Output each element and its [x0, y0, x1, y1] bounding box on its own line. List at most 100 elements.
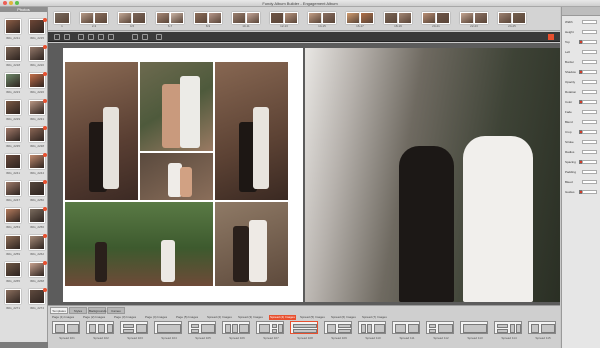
property-field[interactable]	[582, 120, 597, 124]
photo-frame[interactable]	[140, 153, 213, 200]
photo-frame[interactable]	[65, 62, 138, 200]
photo-thumbnail[interactable]: IMG_2235	[3, 126, 23, 149]
photo-thumbnail[interactable]: IMG_2274	[27, 288, 47, 311]
photo-frame[interactable]	[215, 62, 288, 200]
property-field[interactable]	[582, 40, 597, 44]
layout-template[interactable]: Spread 105	[188, 321, 216, 340]
property-field[interactable]	[582, 150, 597, 154]
photo-thumbnail[interactable]: IMG_2223	[3, 72, 23, 95]
filmstrip-spread[interactable]: 8-9	[194, 12, 222, 28]
template-group-label[interactable]: Page (1) Images	[52, 315, 74, 320]
minimize-window-button[interactable]	[9, 1, 13, 5]
layout-template[interactable]: Spread 110	[358, 321, 386, 340]
property-field[interactable]	[582, 140, 597, 144]
template-group-label[interactable]: Spread (3) Images	[238, 315, 263, 320]
grid-icon[interactable]	[78, 34, 84, 40]
template-group-label[interactable]: Spread (4) Images	[269, 315, 296, 320]
property-field[interactable]	[582, 70, 597, 74]
property-field[interactable]	[582, 80, 597, 84]
template-group-label[interactable]: Page (4) Images	[145, 315, 167, 320]
photo-frame[interactable]	[305, 48, 560, 302]
layout-template[interactable]: Spread 107	[256, 321, 284, 340]
layout-template[interactable]: Spread 109	[324, 321, 352, 340]
maximize-window-button[interactable]	[15, 1, 19, 5]
filmstrip-spread[interactable]: 12-13	[270, 12, 298, 28]
template-group-label[interactable]: Page (3) Images	[114, 315, 136, 320]
photo-frame[interactable]	[65, 202, 213, 286]
property-field[interactable]	[582, 20, 597, 24]
template-group-label[interactable]: Spread (6) Images	[331, 315, 356, 320]
filmstrip-spread[interactable]: 22-23	[460, 12, 488, 28]
swap-icon[interactable]	[98, 34, 104, 40]
layout-template[interactable]: Spread 108	[290, 321, 318, 340]
guides-icon[interactable]	[88, 34, 94, 40]
template-group-label[interactable]: Page (2) Images	[83, 315, 105, 320]
layout-template[interactable]: Spread 104	[154, 321, 182, 340]
layout-template[interactable]: Spread 101	[52, 321, 80, 340]
layout-template[interactable]: Spread 103	[120, 321, 148, 340]
photo-thumbnail[interactable]: IMG_2220	[27, 45, 47, 68]
layout-template[interactable]: Spread 113	[460, 321, 488, 340]
filmstrip-spread[interactable]: 6-7	[156, 12, 184, 28]
property-field[interactable]	[582, 190, 597, 194]
layout-template[interactable]: Spread 112	[426, 321, 454, 340]
photo-thumbnail[interactable]: IMG_2256	[27, 207, 47, 230]
photo-thumbnail[interactable]: IMG_2250	[27, 180, 47, 203]
layout-template[interactable]: Spread 115	[528, 321, 556, 340]
photo-thumbnail[interactable]: IMG_2229	[3, 99, 23, 122]
photo-thumbnail[interactable]: IMG_2231	[27, 99, 47, 122]
photo-thumbnail[interactable]: IMG_2238	[27, 126, 47, 149]
filmstrip-spread[interactable]: 1	[54, 12, 70, 28]
photo-thumbnail[interactable]: IMG_2259	[3, 234, 23, 257]
property-field[interactable]	[582, 30, 597, 34]
redo-icon[interactable]	[64, 34, 70, 40]
layout-template[interactable]: Spread 106	[222, 321, 250, 340]
template-group-label[interactable]: Spread (2) Images	[207, 315, 232, 320]
property-field[interactable]	[582, 60, 597, 64]
layout-template[interactable]: Spread 102	[86, 321, 114, 340]
photo-thumbnail[interactable]: IMG_2268	[27, 261, 47, 284]
photo-thumbnail[interactable]: IMG_2253	[3, 207, 23, 230]
property-field[interactable]	[582, 160, 597, 164]
property-field[interactable]	[582, 170, 597, 174]
proof-icon[interactable]	[156, 34, 162, 40]
photo-frame[interactable]	[140, 62, 213, 151]
undo-icon[interactable]	[54, 34, 60, 40]
photo-thumbnail[interactable]: IMG_2226	[27, 72, 47, 95]
photo-thumbnail[interactable]: IMG_2265	[3, 261, 23, 284]
preview-icon[interactable]	[142, 34, 148, 40]
filmstrip-spread[interactable]: 14-15	[308, 12, 336, 28]
mirror-icon[interactable]	[108, 34, 114, 40]
filmstrip-spread[interactable]: 4-5	[118, 12, 146, 28]
filmstrip-spread[interactable]: 10-11	[232, 12, 260, 28]
photo-thumbnail[interactable]: IMG_2215	[27, 18, 47, 41]
property-field[interactable]	[582, 130, 597, 134]
tab-cameo[interactable]: Cameo	[107, 307, 125, 314]
filmstrip-spread[interactable]: 2-3	[80, 12, 108, 28]
property-field[interactable]	[582, 50, 597, 54]
tab-backgrounds[interactable]: Backgrounds	[88, 307, 107, 314]
close-window-button[interactable]	[3, 1, 7, 5]
property-field[interactable]	[582, 110, 597, 114]
template-group-label[interactable]: Spread (5) Images	[300, 315, 325, 320]
property-field[interactable]	[582, 100, 597, 104]
property-field[interactable]	[582, 90, 597, 94]
property-field[interactable]	[582, 180, 597, 184]
tab-styles[interactable]: Styles	[69, 307, 87, 314]
template-group-label[interactable]: Spread (7) Images	[362, 315, 387, 320]
photo-thumbnail[interactable]: IMG_2262	[27, 234, 47, 257]
tab-templates[interactable]: Templates	[50, 307, 68, 314]
layout-template[interactable]: Spread 111	[392, 321, 420, 340]
export-icon[interactable]	[548, 34, 554, 40]
photo-frame[interactable]	[215, 202, 288, 286]
filmstrip-spread[interactable]: 20-21	[422, 12, 450, 28]
photo-thumbnail[interactable]: IMG_2244	[27, 153, 47, 176]
filmstrip-spread[interactable]: 18-19	[384, 12, 412, 28]
photo-thumbnail[interactable]: IMG_2271	[3, 288, 23, 311]
layout-template[interactable]: Spread 114	[494, 321, 522, 340]
filmstrip-spread[interactable]: 16-17	[346, 12, 374, 28]
photo-thumbnail[interactable]: IMG_2247	[3, 180, 23, 203]
template-group-label[interactable]: Page (5) Images	[176, 315, 198, 320]
zoom-icon[interactable]	[132, 34, 138, 40]
photo-thumbnail[interactable]: IMG_2211	[3, 18, 23, 41]
